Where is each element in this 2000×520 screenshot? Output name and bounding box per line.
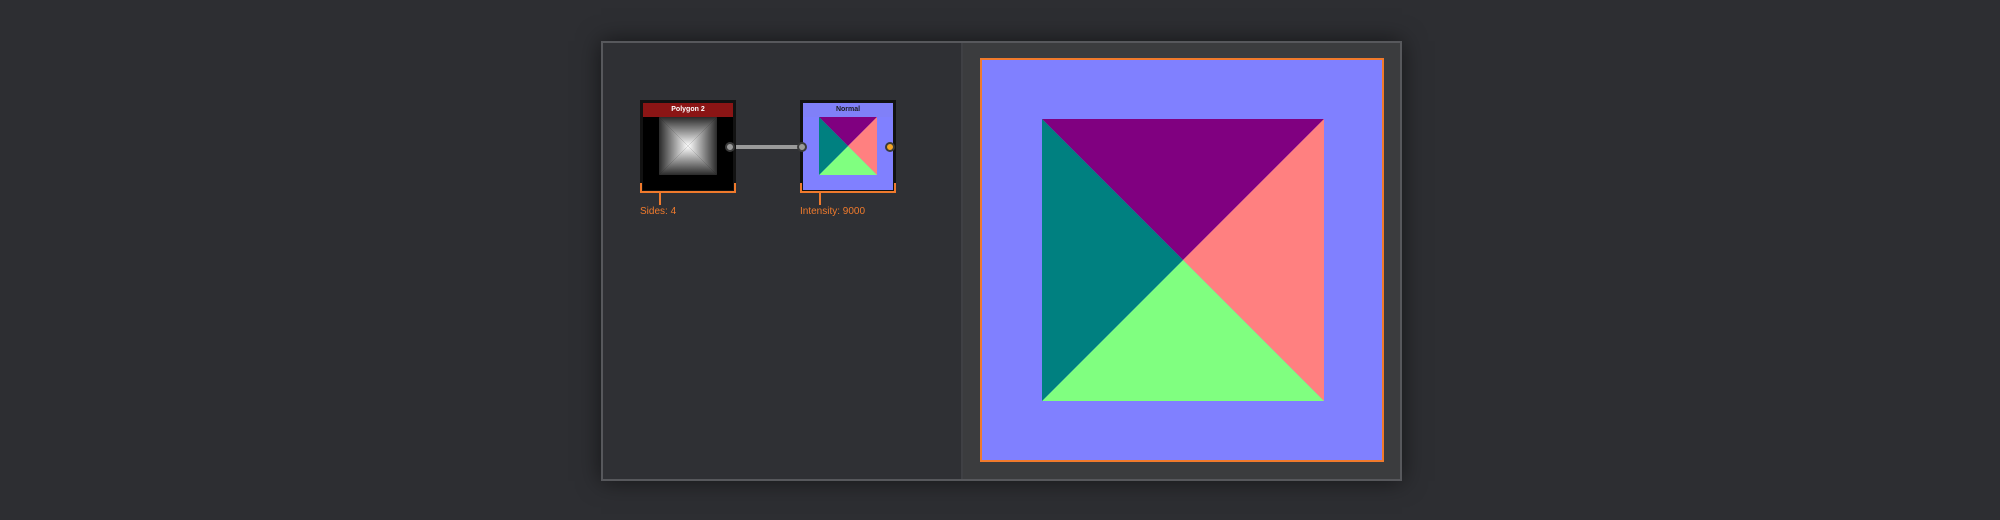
preview-frame (980, 58, 1384, 462)
polygon-selection-bracket (640, 183, 736, 193)
normal-map-preview (982, 60, 1382, 460)
normal-input-port[interactable] (797, 142, 807, 152)
node-title-normal: Normal (803, 103, 893, 117)
normal-selection-bracket (800, 183, 896, 193)
node-editor-window: Polygon 2 Sides: 4 Normal Intensity: 900… (601, 41, 1402, 481)
polygon-bracket-stem (659, 193, 661, 205)
polygon-node[interactable]: Polygon 2 (640, 100, 736, 193)
preview-pane (963, 43, 1400, 479)
node-graph-canvas[interactable]: Polygon 2 Sides: 4 Normal Intensity: 900… (603, 43, 961, 479)
node-title-polygon: Polygon 2 (643, 103, 733, 117)
node-body-normal (803, 117, 893, 190)
normal-output-port[interactable] (885, 142, 895, 152)
normal-bracket-stem (819, 193, 821, 205)
polygon-output-port[interactable] (725, 142, 735, 152)
normal-thumbnail (819, 117, 877, 175)
polygon-thumbnail (659, 117, 717, 175)
polygon-param-label[interactable]: Sides: 4 (640, 206, 676, 217)
normal-param-label[interactable]: Intensity: 9000 (800, 206, 865, 217)
normal-node[interactable]: Normal (797, 100, 896, 193)
node-body-polygon (643, 117, 733, 190)
